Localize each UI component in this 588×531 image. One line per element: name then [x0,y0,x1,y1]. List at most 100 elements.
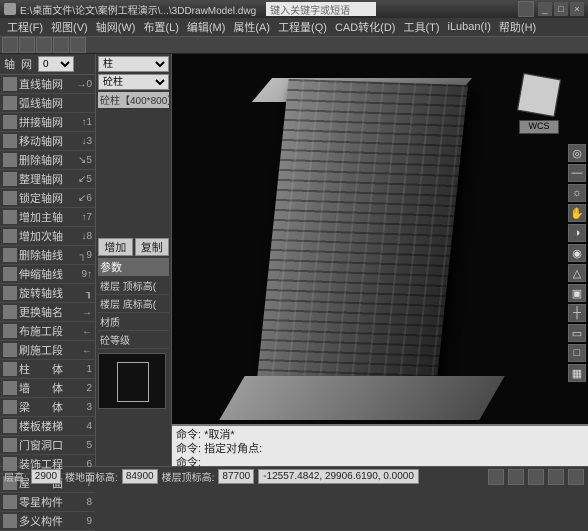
menu-item[interactable]: 属性(A) [230,19,273,35]
prop-row[interactable]: 砼等级 [98,331,169,349]
menu-item[interactable]: 轴网(W) [93,19,139,35]
tool-new[interactable] [2,37,18,53]
tool-open[interactable] [19,37,35,53]
tool-door[interactable]: 门窗洞口5 [0,436,95,455]
menu-item[interactable]: 工具(T) [400,19,442,35]
maximize-button[interactable]: □ [554,2,568,16]
tool-key: ↑7 [81,212,92,223]
viewport-3d[interactable]: WCS ◎ — ☼ ✋ ◑ ◉ △ ▣ ┼ ▭ □ ▦ [172,54,588,424]
status-btn-1[interactable] [488,469,504,485]
tool-label: 拼接轴网 [19,114,81,130]
tool-key: 9 [86,516,92,527]
tool-wall[interactable]: 墙 体2 [0,379,95,398]
tool-arc[interactable]: 弧线轴网 [0,94,95,113]
copy-button[interactable]: 复制 [135,238,170,256]
prop-row[interactable]: 材质 [98,313,169,331]
building-model [232,82,492,420]
cube-icon[interactable] [517,73,561,117]
wcs-label[interactable]: WCS [519,120,559,134]
beam-icon [3,400,17,414]
tool-layout[interactable]: 布施工段← [0,322,95,341]
ground-elev-field[interactable]: 84900 [122,469,158,484]
col-icon [3,362,17,376]
search-input[interactable]: 键入关键字或短语 [266,2,376,16]
nav-tool-3[interactable]: ✋ [568,204,586,222]
tool-undo[interactable] [53,37,69,53]
axis-label: 轴 [4,56,15,72]
tool-ext[interactable]: 伸缩轴线9↑ [0,265,95,284]
prop-row[interactable]: 楼层 顶标高( [98,277,169,295]
tool-brush[interactable]: 刷施工段← [0,341,95,360]
status-btn-2[interactable] [508,469,524,485]
tool-redo[interactable] [70,37,86,53]
tool-stair[interactable]: 楼板楼梯4 [0,417,95,436]
menu-item[interactable]: 工程量(Q) [275,19,330,35]
help-icon[interactable] [518,1,534,17]
subcategory-select[interactable]: 砼柱 [98,74,169,90]
tool-poly[interactable]: 多义构件9 [0,512,95,531]
tool-key: ↓3 [81,136,92,147]
tool-del[interactable]: 删除轴网↘5 [0,151,95,170]
tool-key: ↑1 [81,117,92,128]
tool-move[interactable]: 移动轴网↓3 [0,132,95,151]
menu-item[interactable]: 布置(L) [140,19,181,35]
tool-key: 3 [86,402,92,413]
tool-label: 刷施工段 [19,342,82,358]
arc-icon [3,96,17,110]
tool-label: 移动轴网 [19,133,81,149]
nav-tool-5[interactable]: ◉ [568,244,586,262]
tool-ren[interactable]: 更换轴名→ [0,303,95,322]
tool-lock[interactable]: 锁定轴网↙6 [0,189,95,208]
prop-row[interactable]: 楼层 底标高( [98,295,169,313]
add-button[interactable]: 增加 [98,238,133,256]
close-button[interactable]: × [570,2,584,16]
menu-item[interactable]: 工程(F) [4,19,46,35]
tool-save[interactable] [36,37,52,53]
tool-key: ↙6 [78,193,92,204]
nav-tool-7[interactable]: ▣ [568,284,586,302]
nav-tool-8[interactable]: ┼ [568,304,586,322]
nav-tool-10[interactable]: □ [568,344,586,362]
status-btn-5[interactable] [568,469,584,485]
app-icon [4,3,16,15]
menu-item[interactable]: iLuban(I) [445,21,494,33]
menu-item[interactable]: 帮助(H) [496,19,539,35]
tool-key: ┒ [86,288,92,299]
menu-item[interactable]: 视图(V) [48,19,91,35]
tool-col[interactable]: 柱 体1 [0,360,95,379]
menu-item[interactable]: CAD转化(D) [332,19,399,35]
menu-item[interactable]: 编辑(M) [184,19,229,35]
nav-tool-9[interactable]: ▭ [568,324,586,342]
nav-tool-4[interactable]: ◑ [568,224,586,242]
tool-rot[interactable]: 旋转轴线┒ [0,284,95,303]
tool-label: 布施工段 [19,323,82,339]
nav-tool-2[interactable]: ☼ [568,184,586,202]
tool-add[interactable]: 增加主轴↑7 [0,208,95,227]
add2-icon [3,229,17,243]
tool-grid[interactable]: 直线轴网→0 [0,75,95,94]
status-btn-4[interactable] [548,469,564,485]
tool-label: 伸缩轴线 [19,266,81,282]
tool-misc[interactable]: 零星构件8 [0,493,95,512]
tool-delax[interactable]: 删除轴线┐9 [0,246,95,265]
tool-merge[interactable]: 拼接轴网↑1 [0,113,95,132]
nav-tool-11[interactable]: ▦ [568,364,586,382]
tool-add2[interactable]: 增加次轴↓8 [0,227,95,246]
minimize-button[interactable]: _ [538,2,552,16]
command-panel[interactable]: 命令: *取消* 命令: 指定对角点: 命令: [172,424,588,466]
tool-clean[interactable]: 整理轴网↙5 [0,170,95,189]
category-select[interactable]: 柱 [98,56,169,72]
floor-height-field[interactable]: 2900 [31,469,61,484]
cmd-history-2: 命令: 指定对角点: [176,442,584,456]
axis-select[interactable]: 0 [38,56,74,72]
top-elev-field[interactable]: 87700 [218,469,254,484]
cmd-prompt[interactable]: 命令: [176,456,584,470]
tool-beam[interactable]: 梁 体3 [0,398,95,417]
nav-cube[interactable]: WCS [508,72,570,134]
status-btn-3[interactable] [528,469,544,485]
tool-key: ← [82,326,92,337]
nav-tool-6[interactable]: △ [568,264,586,282]
nav-tool-0[interactable]: ◎ [568,144,586,162]
layout-icon [3,324,17,338]
nav-tool-1[interactable]: — [568,164,586,182]
